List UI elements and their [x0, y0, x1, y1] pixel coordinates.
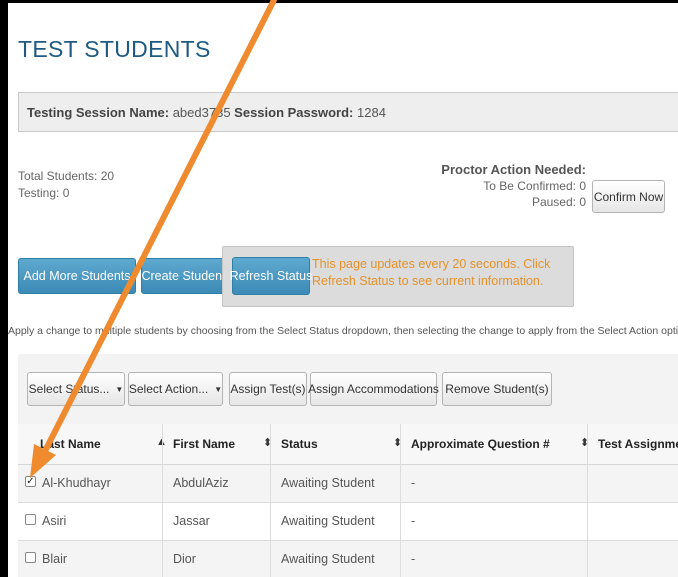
testing-count: Testing: 0 — [18, 186, 70, 200]
remove-students-button[interactable]: Remove Student(s) — [442, 372, 552, 406]
cell-first-name: AbdulAziz — [173, 476, 229, 490]
cell-question: - — [411, 476, 416, 490]
proctor-heading: Proctor Action Needed: — [441, 162, 586, 177]
session-password-value: 1284 — [357, 105, 386, 120]
bulk-action-help-text: Apply a change to multiple students by c… — [8, 325, 678, 337]
cell-status: Awaiting Student — [281, 476, 375, 490]
table-row[interactable]: Blair Dior Awaiting Student - — [18, 541, 678, 577]
add-more-students-button[interactable]: Add More Students — [18, 258, 136, 294]
session-info-bar: Testing Session Name: abed3735 Session P… — [18, 92, 678, 132]
test-students-panel: TEST STUDENTS Testing Session Name: abed… — [8, 3, 678, 577]
assign-tests-button[interactable]: Assign Test(s) — [229, 372, 307, 406]
to-be-confirmed: To Be Confirmed: 0 — [483, 179, 586, 193]
proctor-action-panel: Proctor Action Needed: To Be Confirmed: … — [441, 162, 586, 210]
col-status[interactable]: Status — [281, 437, 318, 451]
checkbox-icon[interactable] — [25, 552, 36, 563]
session-name-label: Testing Session Name: — [27, 105, 170, 120]
cell-last-name: Asiri — [42, 514, 67, 528]
cell-last-name: Al-Khudhayr — [42, 476, 111, 490]
checkbox-icon[interactable] — [25, 514, 36, 525]
assign-accommodations-button[interactable]: Assign Accommodations — [308, 372, 439, 406]
student-stats: Total Students: 20 Testing: 0 — [18, 168, 114, 202]
column-divider — [270, 424, 271, 577]
cell-status: Awaiting Student — [281, 552, 375, 566]
paused-count: Paused: 0 — [531, 195, 586, 209]
col-approx-question[interactable]: Approximate Question # — [411, 437, 550, 451]
session-password-label: Session Password: — [234, 105, 354, 120]
table-row[interactable]: Asiri Jassar Awaiting Student - — [18, 503, 678, 541]
select-status-label: Select Status... — [28, 382, 110, 396]
caret-down-icon: ▼ — [115, 384, 124, 394]
select-status-dropdown[interactable]: Select Status... ▼ — [27, 372, 125, 406]
table-header: Last Name ▲ First Name ⬍ Status ⬍ Approx… — [18, 424, 678, 465]
cell-status: Awaiting Student — [281, 514, 375, 528]
page-title: TEST STUDENTS — [18, 36, 211, 62]
column-divider — [400, 424, 401, 577]
col-first-name[interactable]: First Name — [173, 437, 235, 451]
select-action-label: Select Action... — [128, 382, 209, 396]
cell-first-name: Jassar — [173, 514, 210, 528]
col-last-name[interactable]: Last Name — [40, 437, 101, 451]
checkbox-icon[interactable]: ✓ — [25, 476, 36, 487]
confirm-now-button[interactable]: Confirm Now — [592, 180, 665, 213]
cell-question: - — [411, 514, 416, 528]
column-divider — [162, 424, 163, 577]
refresh-note: This page updates every 20 seconds. Clic… — [312, 257, 551, 288]
cell-last-name: Blair — [42, 552, 68, 566]
select-action-dropdown[interactable]: Select Action... ▼ — [128, 372, 223, 406]
column-divider — [587, 424, 588, 577]
cell-question: - — [411, 552, 416, 566]
col-test-assignment[interactable]: Test Assignment — [598, 437, 678, 451]
refresh-status-button[interactable]: Refresh Status — [230, 257, 312, 295]
bulk-action-toolbar: Select Status... ▼ Select Action... ▼ As… — [18, 354, 678, 424]
table-row[interactable]: ✓ Al-Khudhayr AbdulAziz Awaiting Student… — [18, 465, 678, 503]
caret-down-icon: ▼ — [214, 384, 223, 394]
total-students: Total Students: 20 — [18, 169, 115, 183]
session-name-value: abed3735 — [172, 105, 231, 120]
create-student-button[interactable]: Create Student — [141, 258, 226, 294]
cell-first-name: Dior — [173, 552, 196, 566]
